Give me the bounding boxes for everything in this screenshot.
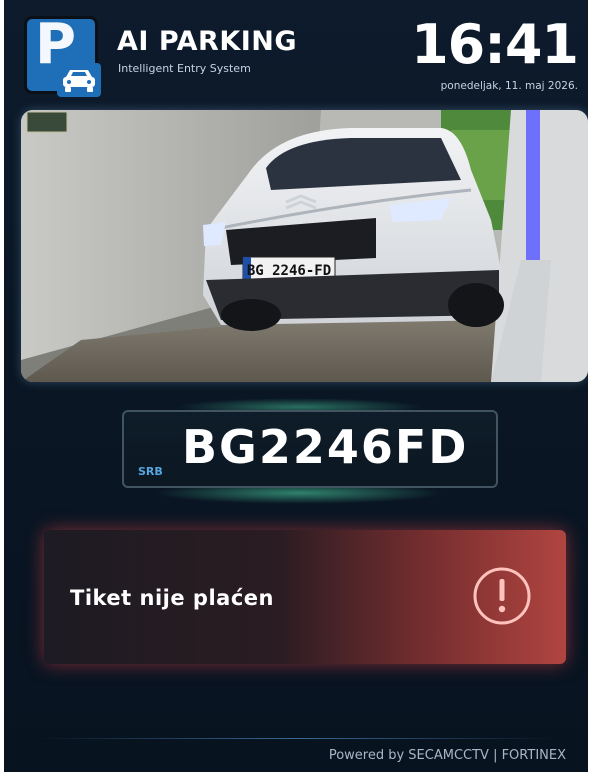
camera-feed: BG 2246-FD (21, 110, 588, 382)
kiosk-screen: P AI PARKING Intelligent Entry System 16… (4, 0, 588, 772)
recognized-plate: SRB BG2246FD (122, 410, 498, 488)
exclamation-circle-icon (473, 567, 531, 625)
ticket-status-panel: Tiket nije plaćen (44, 530, 566, 664)
status-message: Tiket nije plaćen (70, 586, 274, 610)
plate-country: SRB (138, 465, 163, 478)
date: ponedeljak, 11. maj 2026. (440, 80, 578, 92)
app-subtitle: Intelligent Entry System (118, 62, 251, 75)
car-icon (57, 63, 101, 97)
plate-number: BG2246FD (182, 420, 469, 474)
parking-logo: P (24, 16, 101, 97)
footer-credit: Powered by SECAMCCTV | FORTINEX (328, 748, 566, 763)
app-title: AI PARKING (117, 26, 298, 57)
footer-divider (38, 738, 558, 739)
camera-image: BG 2246-FD (21, 110, 588, 382)
clock: 16:41 (411, 13, 579, 76)
